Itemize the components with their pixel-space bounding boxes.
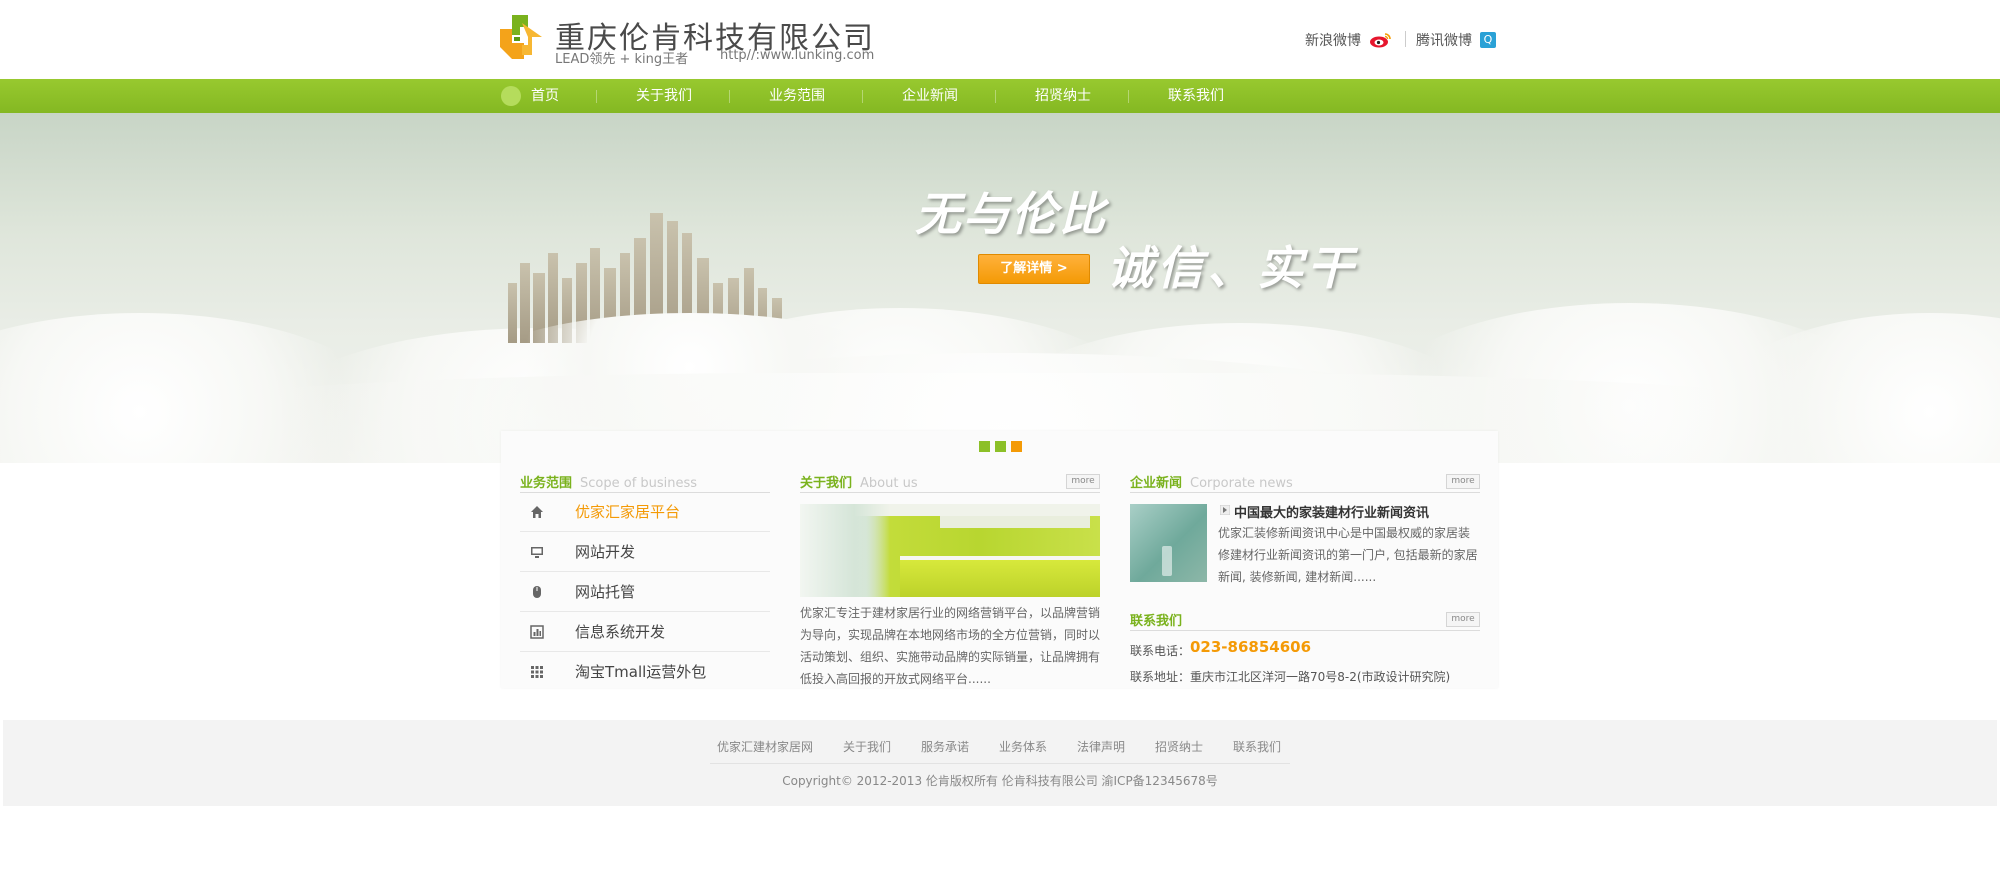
service-item-youjiahui[interactable]: 优家汇家居平台 (520, 491, 770, 532)
contact-header: 联系我们 (1130, 610, 1182, 630)
tencent-weibo-link[interactable]: 腾讯微博 Q (1416, 30, 1496, 50)
contact-divider (1130, 630, 1480, 631)
tencent-weibo-icon: Q (1480, 32, 1496, 48)
banner-slogan-line2: 诚信、实干 (1107, 241, 1357, 295)
nav-divider (596, 90, 597, 103)
nav-divider (995, 90, 996, 103)
nav-about[interactable]: 关于我们 (636, 79, 692, 113)
service-item-hosting[interactable]: 网站托管 (520, 571, 770, 612)
footer-copyright: Copyright© 2012-2013 伦肯版权所有 伦肯科技有限公司 渝IC… (782, 774, 1218, 788)
footer-divider (710, 763, 1290, 764)
chart-icon (530, 625, 544, 639)
main-nav (0, 79, 2000, 190)
slide-dot-2[interactable] (995, 441, 1006, 452)
company-logo[interactable] (498, 13, 546, 61)
service-item-info-system[interactable]: 信息系统开发 (520, 611, 770, 652)
news-headline[interactable]: 中国最大的家装建材行业新闻资讯 (1234, 502, 1429, 521)
news-title: 企业新闻 (1130, 476, 1183, 491)
banner-slogan-line1: 无与伦比 (915, 187, 1107, 241)
service-label: 淘宝Tmall运营外包 (575, 663, 707, 681)
slide-dot-1[interactable] (979, 441, 990, 452)
about-description: 优家汇专注于建材家居行业的网络营销平台，以品牌营销为导向，实现品牌在本地网络市场… (800, 606, 1101, 686)
sina-weibo-label: 新浪微博 (1305, 33, 1361, 49)
service-label: 网站托管 (575, 583, 636, 601)
company-url: http//:www.lunking.com (720, 48, 875, 63)
service-label: 优家汇家居平台 (575, 503, 681, 521)
news-summary: 优家汇装修新闻资讯中心是中国最权威的家居装修建材行业新闻资讯的第一门户, 包括最… (1218, 526, 1478, 584)
weibo-divider (1405, 31, 1406, 47)
learn-more-button[interactable]: 了解详情 > (978, 254, 1090, 284)
nav-news[interactable]: 企业新闻 (902, 79, 958, 113)
company-slogan: LEAD领先 + king王者 (555, 52, 689, 67)
bullet-arrow-icon (1220, 505, 1230, 515)
footer-link-legal[interactable]: 法律声明 (1077, 738, 1125, 755)
footer-link-youjiahui[interactable]: 优家汇建材家居网 (717, 738, 813, 755)
hero-banner (0, 113, 2000, 463)
site-header: 重庆伦肯科技有限公司 LEAD领先 + king王者 http//:www.lu… (0, 0, 2000, 79)
footer-link-careers[interactable]: 招贤纳士 (1155, 738, 1203, 755)
footer-link-service-promise[interactable]: 服务承诺 (921, 738, 969, 755)
news-title-en: Corporate news (1190, 476, 1293, 491)
services-title-en: Scope of business (580, 476, 698, 491)
nav-divider (1128, 90, 1129, 103)
about-kitchen-image[interactable] (800, 504, 1100, 597)
contact-title: 联系我们 (1130, 614, 1183, 629)
news-more-button[interactable]: more (1446, 474, 1480, 489)
contact-phone: 023-86854606 (1190, 638, 1312, 656)
nav-divider (729, 90, 730, 103)
nav-contact[interactable]: 联系我们 (1168, 79, 1224, 113)
services-header: 业务范围 Scope of business (520, 472, 697, 492)
about-header: 关于我们 About us (800, 472, 918, 492)
tencent-weibo-label: 腾讯微博 (1416, 33, 1472, 49)
news-divider (1130, 492, 1480, 493)
service-item-web-dev[interactable]: 网站开发 (520, 531, 770, 572)
about-title: 关于我们 (800, 476, 853, 491)
contact-address: 联系地址：重庆市江北区洋河一路70号8-2(市政设计研究院) (1130, 670, 1451, 684)
footer-link-business-system[interactable]: 业务体系 (999, 738, 1047, 755)
nav-careers[interactable]: 招贤纳士 (1035, 79, 1091, 113)
service-label: 网站开发 (575, 543, 636, 561)
nav-services[interactable]: 业务范围 (769, 79, 825, 113)
footer-link-contact[interactable]: 联系我们 (1233, 738, 1281, 755)
mouse-icon (533, 586, 541, 598)
service-item-tmall[interactable]: 淘宝Tmall运营外包 (520, 651, 770, 691)
nav-divider (862, 90, 863, 103)
about-title-en: About us (860, 476, 918, 491)
home-icon[interactable] (501, 86, 521, 106)
grid-icon (531, 666, 543, 678)
news-thumbnail-image[interactable] (1130, 504, 1207, 582)
about-more-button[interactable]: more (1066, 474, 1100, 489)
about-divider (800, 492, 1100, 493)
services-title: 业务范围 (520, 476, 573, 491)
footer-link-about[interactable]: 关于我们 (843, 738, 891, 755)
slide-dot-3-active[interactable] (1011, 441, 1022, 452)
nav-home[interactable]: 首页 (531, 79, 559, 113)
contact-phone-label: 联系电话： (1130, 644, 1191, 658)
news-header: 企业新闻 Corporate news (1130, 472, 1293, 492)
monitor-icon (531, 547, 543, 558)
contact-more-button[interactable]: more (1446, 612, 1480, 627)
service-label: 信息系统开发 (575, 623, 666, 641)
city-building (508, 283, 517, 343)
sina-weibo-link[interactable]: 新浪微博 (1305, 30, 1391, 50)
sina-weibo-icon (1370, 33, 1391, 48)
home-icon (531, 506, 543, 518)
